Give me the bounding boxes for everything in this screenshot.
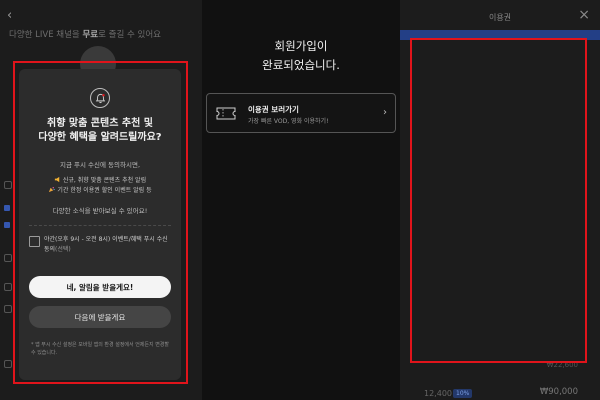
live-banner-post: 로 즐길 수 있어요 bbox=[98, 30, 161, 40]
ticket-icon bbox=[216, 107, 236, 120]
signup-complete-title: 회원가입이 완료되었습니다. bbox=[202, 37, 400, 75]
background-checkbox bbox=[4, 360, 12, 368]
live-banner-pre: 다양한 LIVE 채널을 bbox=[9, 30, 83, 40]
signup-title-line1: 회원가입이 bbox=[274, 39, 328, 53]
bell-icon bbox=[90, 88, 110, 108]
background-row-label: 12,400 bbox=[424, 389, 452, 398]
view-voucher-button[interactable]: 이용권 보러가기 가장 빠른 VOD, 영화 이용하기! › bbox=[206, 93, 396, 133]
background-price: ₩90,000 bbox=[539, 387, 578, 397]
background-price-old: ₩22,600 bbox=[546, 361, 578, 369]
megaphone-icon bbox=[54, 176, 60, 183]
background-marker bbox=[4, 222, 10, 228]
benefit-text: 신규, 취향 맞춤 콘텐츠 추천 알림 bbox=[62, 177, 147, 184]
modal-description: 지금 푸시 수신에 동의하시면, bbox=[59, 161, 141, 169]
modal-footnote: * 앱 푸시 수신 설정은 모바일 앱의 환경 설정에서 언제든지 변경할 수 … bbox=[31, 342, 169, 356]
live-banner: 다양한 LIVE 채널을 무료로 즐길 수 있어요 bbox=[9, 28, 161, 40]
background-blue-bar bbox=[400, 30, 600, 40]
voucher-page-title: 이용권 bbox=[488, 13, 512, 22]
signup-complete-screen: 회원가입이 완료되었습니다. 이용권 보러가기 가장 빠른 VOD, 영화 이용… bbox=[202, 0, 400, 400]
voucher-title: 이용권 보러가기 bbox=[248, 105, 299, 114]
push-consent-modal: 취향 맞춤 콘텐츠 추천 및 다양한 혜택을 알려드릴까요? 지금 푸시 수신에… bbox=[19, 69, 181, 380]
consent-optional: (선택) bbox=[55, 246, 71, 253]
accept-notifications-button[interactable]: 네, 알림을 받을게요! bbox=[29, 276, 171, 298]
background-checkbox bbox=[4, 181, 12, 189]
background-checkbox bbox=[4, 305, 12, 313]
night-push-consent-label[interactable]: 야간(오후 9시 - 오전 8시) 이벤트/혜택 푸시 수신 동의(선택) bbox=[44, 235, 174, 255]
voucher-subtitle: 가장 빠른 VOD, 영화 이용하기! bbox=[248, 118, 329, 125]
benefit-list: 신규, 취향 맞춤 콘텐츠 추천 알림 기간 한정 이용권 할인 이벤트 알림 … bbox=[19, 176, 181, 196]
modal-title: 취향 맞춤 콘텐츠 추천 및 다양한 혜택을 알려드릴까요? bbox=[19, 117, 181, 145]
signup-title-line2: 완료되었습니다. bbox=[262, 58, 340, 72]
later-button[interactable]: 다음에 받을게요 bbox=[29, 306, 171, 328]
screenshot-page: ‹ 다양한 LIVE 채널을 무료로 즐길 수 있어요 취향 맞춤 콘텐츠 추천… bbox=[0, 0, 600, 400]
night-push-checkbox[interactable] bbox=[29, 236, 40, 247]
benefit-item: 신규, 취향 맞춤 콘텐츠 추천 알림 bbox=[19, 176, 181, 186]
divider bbox=[29, 225, 171, 226]
right-screen: 이용권 × ₩22,600 12,400 10% ₩90,000 취향 맞춤 콘… bbox=[400, 0, 600, 400]
modal-title-line1: 취향 맞춤 콘텐츠 추천 및 bbox=[47, 118, 153, 129]
background-marker bbox=[4, 205, 10, 211]
back-icon[interactable]: ‹ bbox=[7, 8, 12, 23]
party-popper-icon bbox=[49, 187, 56, 193]
modal-note: 다양한 소식을 받아보실 수 있어요! bbox=[52, 207, 148, 215]
live-banner-bold: 무료 bbox=[82, 30, 99, 40]
background-checkbox bbox=[4, 283, 12, 291]
chevron-right-icon: › bbox=[383, 107, 387, 118]
left-screen: ‹ 다양한 LIVE 채널을 무료로 즐길 수 있어요 취향 맞춤 콘텐츠 추천… bbox=[0, 0, 202, 400]
modal-title-line2: 다양한 혜택을 알려드릴까요? bbox=[38, 132, 162, 143]
background-checkbox bbox=[4, 254, 12, 262]
background-discount-badge: 10% bbox=[453, 389, 473, 398]
close-icon[interactable]: × bbox=[578, 7, 590, 23]
benefit-text: 기간 한정 이용권 할인 이벤트 알림 등 bbox=[57, 187, 152, 194]
benefit-item: 기간 한정 이용권 할인 이벤트 알림 등 bbox=[19, 186, 181, 196]
